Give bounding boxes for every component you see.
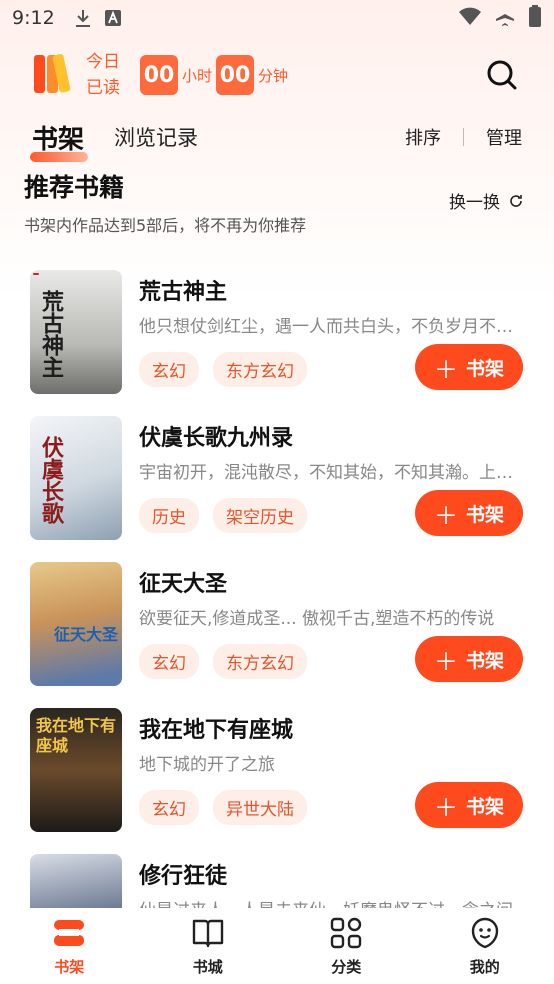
airplane-icon [494, 5, 516, 32]
status-bar: 9:12 [0, 0, 554, 36]
book-item[interactable]: 荒古神主 荒古神主 他只想仗剑红尘，遇一人而共白头，不负岁月不负卿。 玄幻 东方… [0, 262, 554, 408]
app-logo-icon [34, 53, 76, 95]
sort-button[interactable]: 排序 [405, 124, 441, 150]
book-item[interactable]: 征天大圣 征天大圣 欲要征天,修道成圣... 傲视千古,塑造不朽的传说 玄幻 东… [0, 554, 554, 700]
book-cover[interactable]: 荒古神主 [30, 270, 122, 394]
profile-face-icon [468, 916, 502, 950]
minutes-value: 00 [216, 55, 255, 95]
plus-icon: ＋ [433, 793, 458, 822]
nav-label: 我的 [469, 957, 500, 976]
hours-unit: 小时 [182, 66, 213, 85]
cover-badge [33, 273, 39, 275]
book-title[interactable]: 荒古神主 [139, 274, 227, 306]
tab-bookshelf[interactable]: 书架 [29, 119, 89, 162]
book-description: 欲要征天,修道成圣... 傲视千古,塑造不朽的传说 [139, 609, 495, 629]
add-to-shelf-button[interactable]: ＋ 书架 [415, 344, 523, 390]
plus-icon: ＋ [433, 501, 458, 530]
nav-label: 书城 [192, 957, 223, 976]
book-tags: 玄幻 东方玄幻 [139, 644, 307, 679]
book-description: 宇宙初开，混沌散尽，不知其始，不知其瀚。上古之时 [139, 463, 524, 483]
divider [463, 128, 464, 146]
nav-profile[interactable]: 我的 [440, 916, 530, 977]
nav-label: 书架 [54, 957, 85, 976]
book-list: 荒古神主 荒古神主 他只想仗剑红尘，遇一人而共白头，不负岁月不负卿。 玄幻 东方… [0, 262, 554, 984]
add-to-shelf-button[interactable]: ＋ 书架 [415, 636, 523, 682]
book-tag[interactable]: 架空历史 [213, 498, 307, 533]
bottom-navigation: 书架 书城 分类 我的 [0, 908, 554, 984]
refresh-icon [510, 194, 522, 207]
refresh-button[interactable]: 换一换 [449, 188, 524, 213]
nav-bookshelf[interactable]: 书架 [24, 916, 114, 977]
tab-bar: 书架 浏览记录 排序 管理 [0, 112, 554, 162]
book-tag[interactable]: 异世大陆 [213, 790, 307, 825]
grid-icon [329, 916, 363, 950]
hours-value: 00 [140, 55, 178, 95]
book-tags: 玄幻 异世大陆 [139, 790, 307, 825]
app-notification-icon [103, 8, 123, 28]
book-tag[interactable]: 玄幻 [139, 352, 199, 387]
cover-title: 征天大圣 [54, 625, 119, 644]
book-item[interactable]: 伏虞长歌 伏虞长歌九州录 宇宙初开，混沌散尽，不知其始，不知其瀚。上古之时 历史… [0, 408, 554, 554]
download-icon [73, 8, 93, 28]
book-cover[interactable]: 征天大圣 [30, 562, 122, 686]
open-book-icon [191, 916, 225, 950]
battery-icon [528, 4, 542, 32]
search-icon [487, 60, 517, 90]
book-description: 地下城的开了之旅 [139, 755, 275, 775]
recommend-section-header: 推荐书籍 书架内作品达到5部后，将不再为你推荐 换一换 [24, 168, 524, 236]
wifi-icon [458, 6, 482, 31]
book-tag[interactable]: 玄幻 [139, 644, 199, 679]
book-title[interactable]: 征天大圣 [139, 566, 227, 598]
book-tag[interactable]: 玄幻 [139, 790, 199, 825]
book-cover[interactable]: 伏虞长歌 [30, 416, 122, 540]
tab-history[interactable]: 浏览记录 [114, 122, 198, 152]
minutes-unit: 分钟 [258, 66, 289, 85]
book-tag[interactable]: 东方玄幻 [213, 644, 307, 679]
plus-icon: ＋ [433, 647, 458, 676]
add-to-shelf-button[interactable]: ＋ 书架 [415, 782, 523, 828]
nav-bookstore[interactable]: 书城 [163, 916, 253, 977]
nav-label: 分类 [331, 957, 362, 976]
recommend-subtitle: 书架内作品达到5部后，将不再为你推荐 [24, 216, 307, 235]
manage-button[interactable]: 管理 [486, 124, 522, 150]
nav-category[interactable]: 分类 [301, 916, 391, 977]
search-button[interactable] [484, 57, 520, 93]
reading-time-header: 今日 已读 00 小时 00 分钟 [0, 40, 554, 110]
book-tags: 历史 架空历史 [139, 498, 307, 533]
book-title[interactable]: 伏虞长歌九州录 [139, 420, 293, 452]
today-read-label: 今日 已读 [86, 52, 120, 98]
cover-title: 荒古神主 [38, 290, 64, 378]
add-to-shelf-button[interactable]: ＋ 书架 [415, 490, 523, 536]
book-cover[interactable]: 我在地下有座城 [30, 708, 122, 832]
book-item[interactable]: 我在地下有座城 我在地下有座城 地下城的开了之旅 玄幻 异世大陆 ＋ 书架 [0, 700, 554, 846]
status-time: 9:12 [12, 7, 55, 29]
book-tags: 玄幻 东方玄幻 [139, 352, 307, 387]
cover-title: 我在地下有座城 [36, 716, 117, 755]
book-title[interactable]: 修行狂徒 [139, 858, 227, 890]
book-description: 他只想仗剑红尘，遇一人而共白头，不负岁月不负卿。 [139, 317, 524, 337]
book-title[interactable]: 我在地下有座城 [139, 712, 293, 744]
book-tag[interactable]: 历史 [139, 498, 199, 533]
bookshelf-icon [52, 916, 86, 950]
cover-title: 伏虞长歌 [38, 436, 64, 524]
book-tag[interactable]: 东方玄幻 [213, 352, 307, 387]
plus-icon: ＋ [433, 355, 458, 384]
